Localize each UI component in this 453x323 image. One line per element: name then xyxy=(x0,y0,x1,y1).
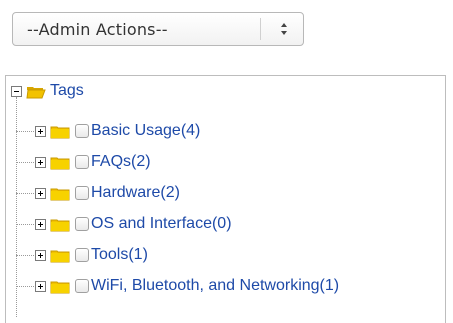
tag-checkbox[interactable] xyxy=(75,124,89,138)
tag-checkbox[interactable] xyxy=(75,279,89,293)
tree-root-node[interactable]: Tags xyxy=(11,80,84,102)
collapse-minus-icon[interactable] xyxy=(11,85,22,97)
open-folder-icon xyxy=(26,83,46,99)
expand-plus-icon[interactable] xyxy=(35,280,46,292)
expand-plus-icon[interactable] xyxy=(35,218,46,230)
tree-vertical-guide xyxy=(16,97,17,317)
tree-item-label[interactable]: Tools(1) xyxy=(91,246,148,264)
folder-icon-svg xyxy=(50,188,70,201)
up-down-arrows-icon-svg xyxy=(281,23,287,35)
tree-root-label[interactable]: Tags xyxy=(50,82,84,100)
tree-item[interactable]: WiFi, Bluetooth, and Networking(1) xyxy=(35,275,339,297)
folder-icon xyxy=(50,154,70,170)
folder-icon xyxy=(50,123,70,139)
tags-tree: Tags Basic Usage(4) FAQs(2) Hardware(2) … xyxy=(6,76,445,323)
page: --Admin Actions-- Tags Basic Usage(4) FA… xyxy=(0,0,453,323)
tree-item-label[interactable]: Hardware(2) xyxy=(91,184,180,202)
expand-plus-icon[interactable] xyxy=(35,156,46,168)
tag-checkbox[interactable] xyxy=(75,248,89,262)
tag-checkbox[interactable] xyxy=(75,186,89,200)
tree-item-label[interactable]: OS and Interface(0) xyxy=(91,215,232,233)
folder-icon xyxy=(50,278,70,294)
folder-icon-svg xyxy=(50,219,70,232)
folder-icon-svg xyxy=(50,126,70,139)
tag-checkbox[interactable] xyxy=(75,155,89,169)
up-down-arrows-icon[interactable] xyxy=(271,16,297,42)
tree-item[interactable]: Tools(1) xyxy=(35,244,148,266)
tree-item[interactable]: Basic Usage(4) xyxy=(35,120,200,142)
folder-icon xyxy=(50,247,70,263)
expand-plus-icon[interactable] xyxy=(35,187,46,199)
folder-icon-svg xyxy=(50,157,70,170)
folder-icon xyxy=(50,216,70,232)
admin-actions-dropdown[interactable]: --Admin Actions-- xyxy=(12,12,304,46)
dropdown-divider xyxy=(260,18,261,40)
tree-item-label[interactable]: FAQs(2) xyxy=(91,153,151,171)
folder-icon-svg xyxy=(50,250,70,263)
expand-plus-icon[interactable] xyxy=(35,125,46,137)
tree-item[interactable]: OS and Interface(0) xyxy=(35,213,232,235)
tree-item[interactable]: FAQs(2) xyxy=(35,151,151,173)
tree-item-label[interactable]: Basic Usage(4) xyxy=(91,122,200,140)
tree-item[interactable]: Hardware(2) xyxy=(35,182,180,204)
open-folder-icon-svg xyxy=(26,87,46,99)
tag-checkbox[interactable] xyxy=(75,217,89,231)
tags-tree-panel: Tags Basic Usage(4) FAQs(2) Hardware(2) … xyxy=(5,75,446,323)
folder-icon xyxy=(50,185,70,201)
tree-item-label[interactable]: WiFi, Bluetooth, and Networking(1) xyxy=(91,277,339,295)
admin-actions-selected[interactable]: --Admin Actions-- xyxy=(13,20,260,39)
folder-icon-svg xyxy=(50,281,70,294)
expand-plus-icon[interactable] xyxy=(35,249,46,261)
